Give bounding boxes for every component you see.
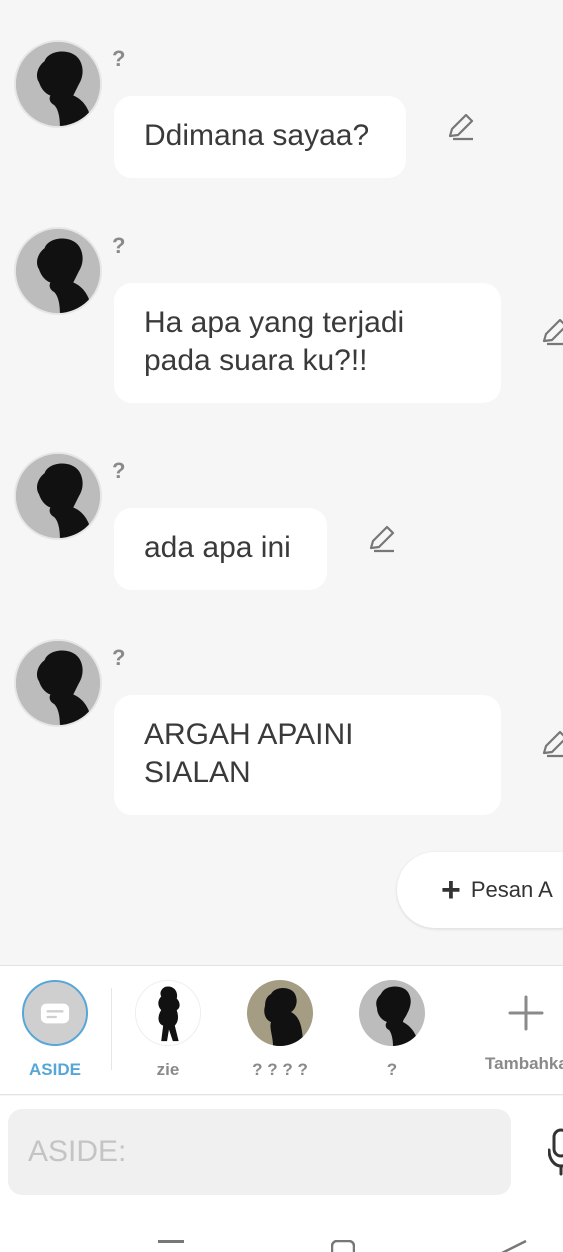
edit-message-button[interactable] bbox=[365, 524, 397, 556]
sender-name: ? bbox=[112, 233, 126, 258]
chat-screen: ? Ddimana sayaa? ? Ha apa yang terjadi p… bbox=[0, 0, 563, 1252]
boy-silhouette-icon bbox=[16, 641, 100, 725]
character-aside[interactable]: ASIDE bbox=[10, 980, 100, 1080]
edit-message-button[interactable] bbox=[444, 112, 476, 144]
character-zie[interactable]: zie bbox=[123, 980, 213, 1080]
recent-apps-icon[interactable] bbox=[158, 1240, 184, 1244]
sender-avatar[interactable] bbox=[14, 40, 102, 128]
sender-avatar[interactable] bbox=[14, 452, 102, 540]
character-label: ? bbox=[386, 1060, 398, 1079]
add-message-button[interactable]: + Pesan A bbox=[397, 852, 563, 928]
sender-avatar[interactable] bbox=[14, 227, 102, 315]
message-composer bbox=[0, 1096, 563, 1206]
sender-avatar[interactable] bbox=[14, 639, 102, 727]
character-label: ASIDE bbox=[29, 1060, 81, 1079]
sender-name: ? bbox=[112, 458, 126, 483]
character-label: Tambahka bbox=[485, 1054, 563, 1073]
message-input[interactable] bbox=[8, 1109, 511, 1195]
character-label: ? ? ? ? bbox=[252, 1060, 308, 1079]
system-nav-bar bbox=[0, 1206, 563, 1252]
message-bubble[interactable]: Ha apa yang terjadi pada suara ku?!! bbox=[114, 283, 501, 403]
pencil-icon bbox=[542, 318, 563, 346]
character-label: zie bbox=[156, 1060, 180, 1079]
add-message-label: Pesan A bbox=[470, 877, 553, 902]
boy-silhouette-avatar bbox=[359, 980, 425, 1046]
pencil-icon bbox=[542, 730, 563, 758]
girl-silhouette-avatar bbox=[135, 980, 201, 1046]
message-bubble[interactable]: ada apa ini bbox=[114, 508, 327, 590]
edit-message-button[interactable] bbox=[538, 729, 563, 761]
pencil-icon bbox=[369, 525, 395, 553]
plus-icon bbox=[493, 980, 559, 1046]
pencil-icon bbox=[448, 113, 474, 141]
chat-bubble-icon bbox=[22, 980, 88, 1046]
boy-silhouette-avatar bbox=[247, 980, 313, 1046]
edit-message-button[interactable] bbox=[538, 317, 563, 349]
add-character-button[interactable]: Tambahka bbox=[476, 980, 563, 1074]
message-bubble[interactable]: Ddimana sayaa? bbox=[114, 96, 406, 178]
back-icon[interactable] bbox=[500, 1240, 528, 1252]
sender-name: ? bbox=[112, 46, 126, 71]
character-unknown-1[interactable]: ? ? ? ? bbox=[235, 980, 325, 1080]
divider bbox=[111, 988, 112, 1070]
sender-name: ? bbox=[112, 645, 126, 670]
character-unknown-2[interactable]: ? bbox=[347, 980, 437, 1080]
boy-silhouette-icon bbox=[16, 454, 100, 538]
plus-icon: + bbox=[441, 871, 461, 909]
boy-silhouette-icon bbox=[16, 42, 100, 126]
message-bubble[interactable]: ARGAH APAINI SIALAN bbox=[114, 695, 501, 815]
boy-silhouette-icon bbox=[16, 229, 100, 313]
home-icon[interactable] bbox=[331, 1240, 355, 1252]
microphone-icon[interactable] bbox=[548, 1126, 563, 1176]
character-selector: ASIDE zie ? ? ? ? ? Tambahka bbox=[0, 965, 563, 1095]
